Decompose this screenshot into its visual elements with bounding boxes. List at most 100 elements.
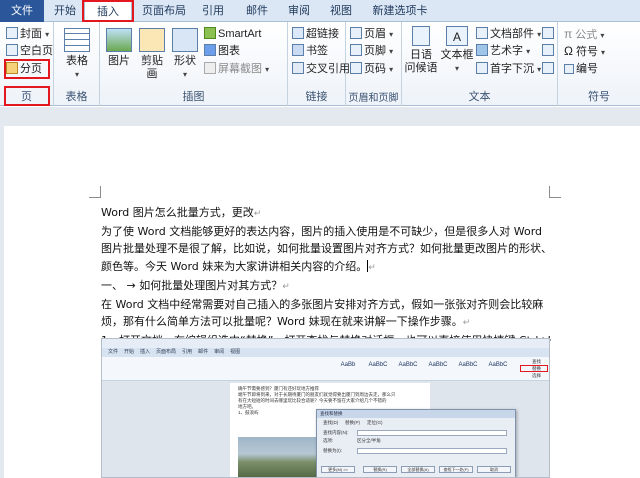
group-pages: 封面 ▾ 空白页 分页 页 [0, 22, 54, 106]
smartart-icon [204, 27, 216, 39]
shapes-button[interactable]: 形状 ▾ [170, 28, 200, 81]
object-icon [542, 62, 554, 74]
screenshot-icon [204, 62, 216, 74]
cross-reference-icon [292, 62, 304, 74]
chart-icon [204, 44, 216, 56]
greeting-button[interactable]: 日语 问候语 [404, 26, 438, 75]
embedded-style: AaBbC [458, 362, 478, 368]
crop-mark-top-left [89, 186, 101, 198]
tab-view[interactable]: 视图 [326, 0, 356, 22]
doc-line: 颜色等。今天 Word 妹来为大家讲讲相关内容的介绍。↵ [101, 259, 376, 273]
drop-cap-button[interactable]: 首字下沉 ▾ [476, 61, 541, 78]
footer-button[interactable]: 页脚 ▾ [350, 43, 393, 60]
embedded-find-replace-dialog: 查找和替换 查找(D) 替换(P) 定位(G) 查找内容(N): 选项: 区分全… [316, 409, 516, 477]
table-button[interactable]: 表格 ▾ [62, 28, 92, 81]
doc-line: 为了使 Word 文档能够更好的表达内容，图片的插入使用是不可缺少，但是很多人对… [101, 225, 543, 239]
equation-button[interactable]: π 公式 ▾ [564, 26, 604, 43]
group-label-symbols: 符号 [588, 91, 610, 103]
object-button[interactable] [542, 61, 556, 78]
embedded-landscape-photo [238, 437, 328, 477]
tab-insert[interactable]: 插入 [84, 0, 132, 23]
doc-line: 图片批量处理不是很了解，比如说，如何批量设置图片对齐方式？如何批量更改图片的形状… [101, 242, 551, 256]
embedded-highlight-replace [520, 365, 548, 372]
embedded-title-bar [102, 339, 549, 348]
date-time-icon [542, 44, 554, 56]
page-break-icon [6, 62, 18, 74]
clipart-icon [139, 28, 165, 52]
date-time-button[interactable] [542, 43, 556, 60]
embedded-replace-field [357, 448, 507, 454]
doc-line: Word 图片怎么批量方式，更改↵ [101, 206, 262, 219]
group-label-header-footer: 页眉和页脚 [348, 93, 399, 104]
clipart-button[interactable]: 剪贴画 [136, 28, 168, 81]
tab-file[interactable]: 文件 [0, 0, 44, 22]
group-links: 超链接 书签 交叉引用 链接 [288, 22, 350, 106]
picture-button[interactable]: 图片 [104, 28, 134, 68]
bookmark-icon [292, 44, 304, 56]
signature-line-icon [542, 27, 554, 39]
pi-icon: π [564, 27, 573, 41]
footer-icon [350, 44, 362, 56]
embedded-editing-group: 查找 替换 选择 [518, 359, 549, 379]
group-text: 日语 问候语 A 文本框 ▾ 文档部件 ▾ 艺术字 ▾ 首字下沉 ▾ 文本 [402, 22, 558, 106]
embedded-style: AaBbC [428, 362, 448, 368]
embedded-screenshot-image[interactable]: 文件 开始 插入 页面布局 引用 邮件 审阅 视图 AaBb AaBbC AaBbC AaBb… [101, 338, 550, 478]
greeting-icon [412, 26, 430, 46]
embedded-style: AaBbC [368, 362, 388, 368]
number-icon [564, 64, 574, 74]
header-icon [350, 27, 362, 39]
tab-page-layout[interactable]: 页面布局 [138, 0, 190, 22]
ribbon-tab-bar: 文件 开始 插入 页面布局 引用 邮件 审阅 视图 新建选项卡 [0, 0, 640, 23]
group-tables: 表格 ▾ 表格 [54, 22, 100, 106]
embedded-find-field [357, 430, 507, 436]
document-body-text[interactable]: Word 图片怎么批量方式，更改↵ 为了使 Word 文档能够更好的表达内容，图… [101, 204, 551, 352]
header-button[interactable]: 页眉 ▾ [350, 26, 393, 43]
group-label-pages: 页 [21, 91, 32, 103]
symbol-button[interactable]: Ω 符号 ▾ [564, 43, 605, 60]
blank-page-button[interactable]: 空白页 [6, 43, 53, 60]
cross-reference-button[interactable]: 交叉引用 [292, 61, 350, 78]
quick-parts-button[interactable]: 文档部件 ▾ [476, 26, 541, 43]
doc-line: 一、 → 如何批量处理图片对其方式？↵ [101, 278, 290, 292]
embedded-style: AaBbC [398, 362, 418, 368]
wordart-icon [476, 44, 488, 56]
wordart-button[interactable]: 艺术字 ▾ [476, 43, 530, 60]
group-symbols: π 公式 ▾ Ω 符号 ▾ 编号 符号 [558, 22, 640, 106]
tab-references[interactable]: 引用 [198, 0, 228, 22]
textbox-button[interactable]: A 文本框 ▾ [440, 26, 474, 75]
group-label-illustrations: 插图 [182, 91, 205, 103]
bookmark-button[interactable]: 书签 [292, 43, 328, 60]
drop-cap-icon [476, 62, 488, 74]
tab-review[interactable]: 审阅 [284, 0, 314, 22]
tab-mailings[interactable]: 邮件 [242, 0, 272, 22]
cover-page-icon [6, 27, 18, 39]
smartart-button[interactable]: SmartArt [204, 26, 261, 43]
cover-page-button[interactable]: 封面 ▾ [6, 26, 49, 43]
page-number-icon [350, 62, 362, 74]
chart-button[interactable]: 图表 [204, 43, 240, 60]
embedded-ribbon: AaBb AaBbC AaBbC AaBbC AaBbC AaBbC [102, 357, 549, 381]
page-number-button[interactable]: 页码 ▾ [350, 61, 393, 78]
embedded-style: AaBbC [488, 362, 508, 368]
hyperlink-button[interactable]: 超链接 [292, 26, 339, 43]
embedded-style: AaBb [340, 362, 356, 368]
signature-line-button[interactable] [542, 26, 556, 43]
shapes-icon [172, 28, 198, 52]
blank-page-icon [6, 44, 18, 56]
doc-line: 在 Word 文档中经常需要对自己插入的多张图片安排对齐方式，假如一张张对齐则会… [101, 298, 544, 312]
doc-line: 烦，那有什么简单方法可以批量呢？Word 妹现在就来讲解一下操作步骤。↵ [101, 315, 471, 329]
group-illustrations: 图片 剪贴画 形状 ▾ SmartArt 图表 屏幕截图 ▾ 插图 [100, 22, 288, 106]
table-icon [64, 28, 90, 52]
quick-parts-icon [476, 27, 488, 39]
embedded-tab-bar: 文件 开始 插入 页面布局 引用 邮件 审阅 视图 [102, 348, 549, 357]
number-button[interactable]: 编号 [564, 61, 598, 78]
group-header-footer: 页眉 ▾ 页脚 ▾ 页码 ▾ 页眉和页脚 [346, 22, 402, 106]
screenshot-button[interactable]: 屏幕截图 ▾ [204, 61, 269, 78]
tab-new-tab[interactable]: 新建选项卡 [368, 0, 432, 22]
omega-icon: Ω [564, 44, 573, 58]
page-break-button[interactable]: 分页 [6, 61, 42, 78]
tab-home[interactable]: 开始 [50, 0, 80, 22]
picture-icon [106, 28, 132, 52]
group-label-tables: 表格 [65, 91, 88, 103]
group-label-links: 链接 [305, 91, 328, 103]
